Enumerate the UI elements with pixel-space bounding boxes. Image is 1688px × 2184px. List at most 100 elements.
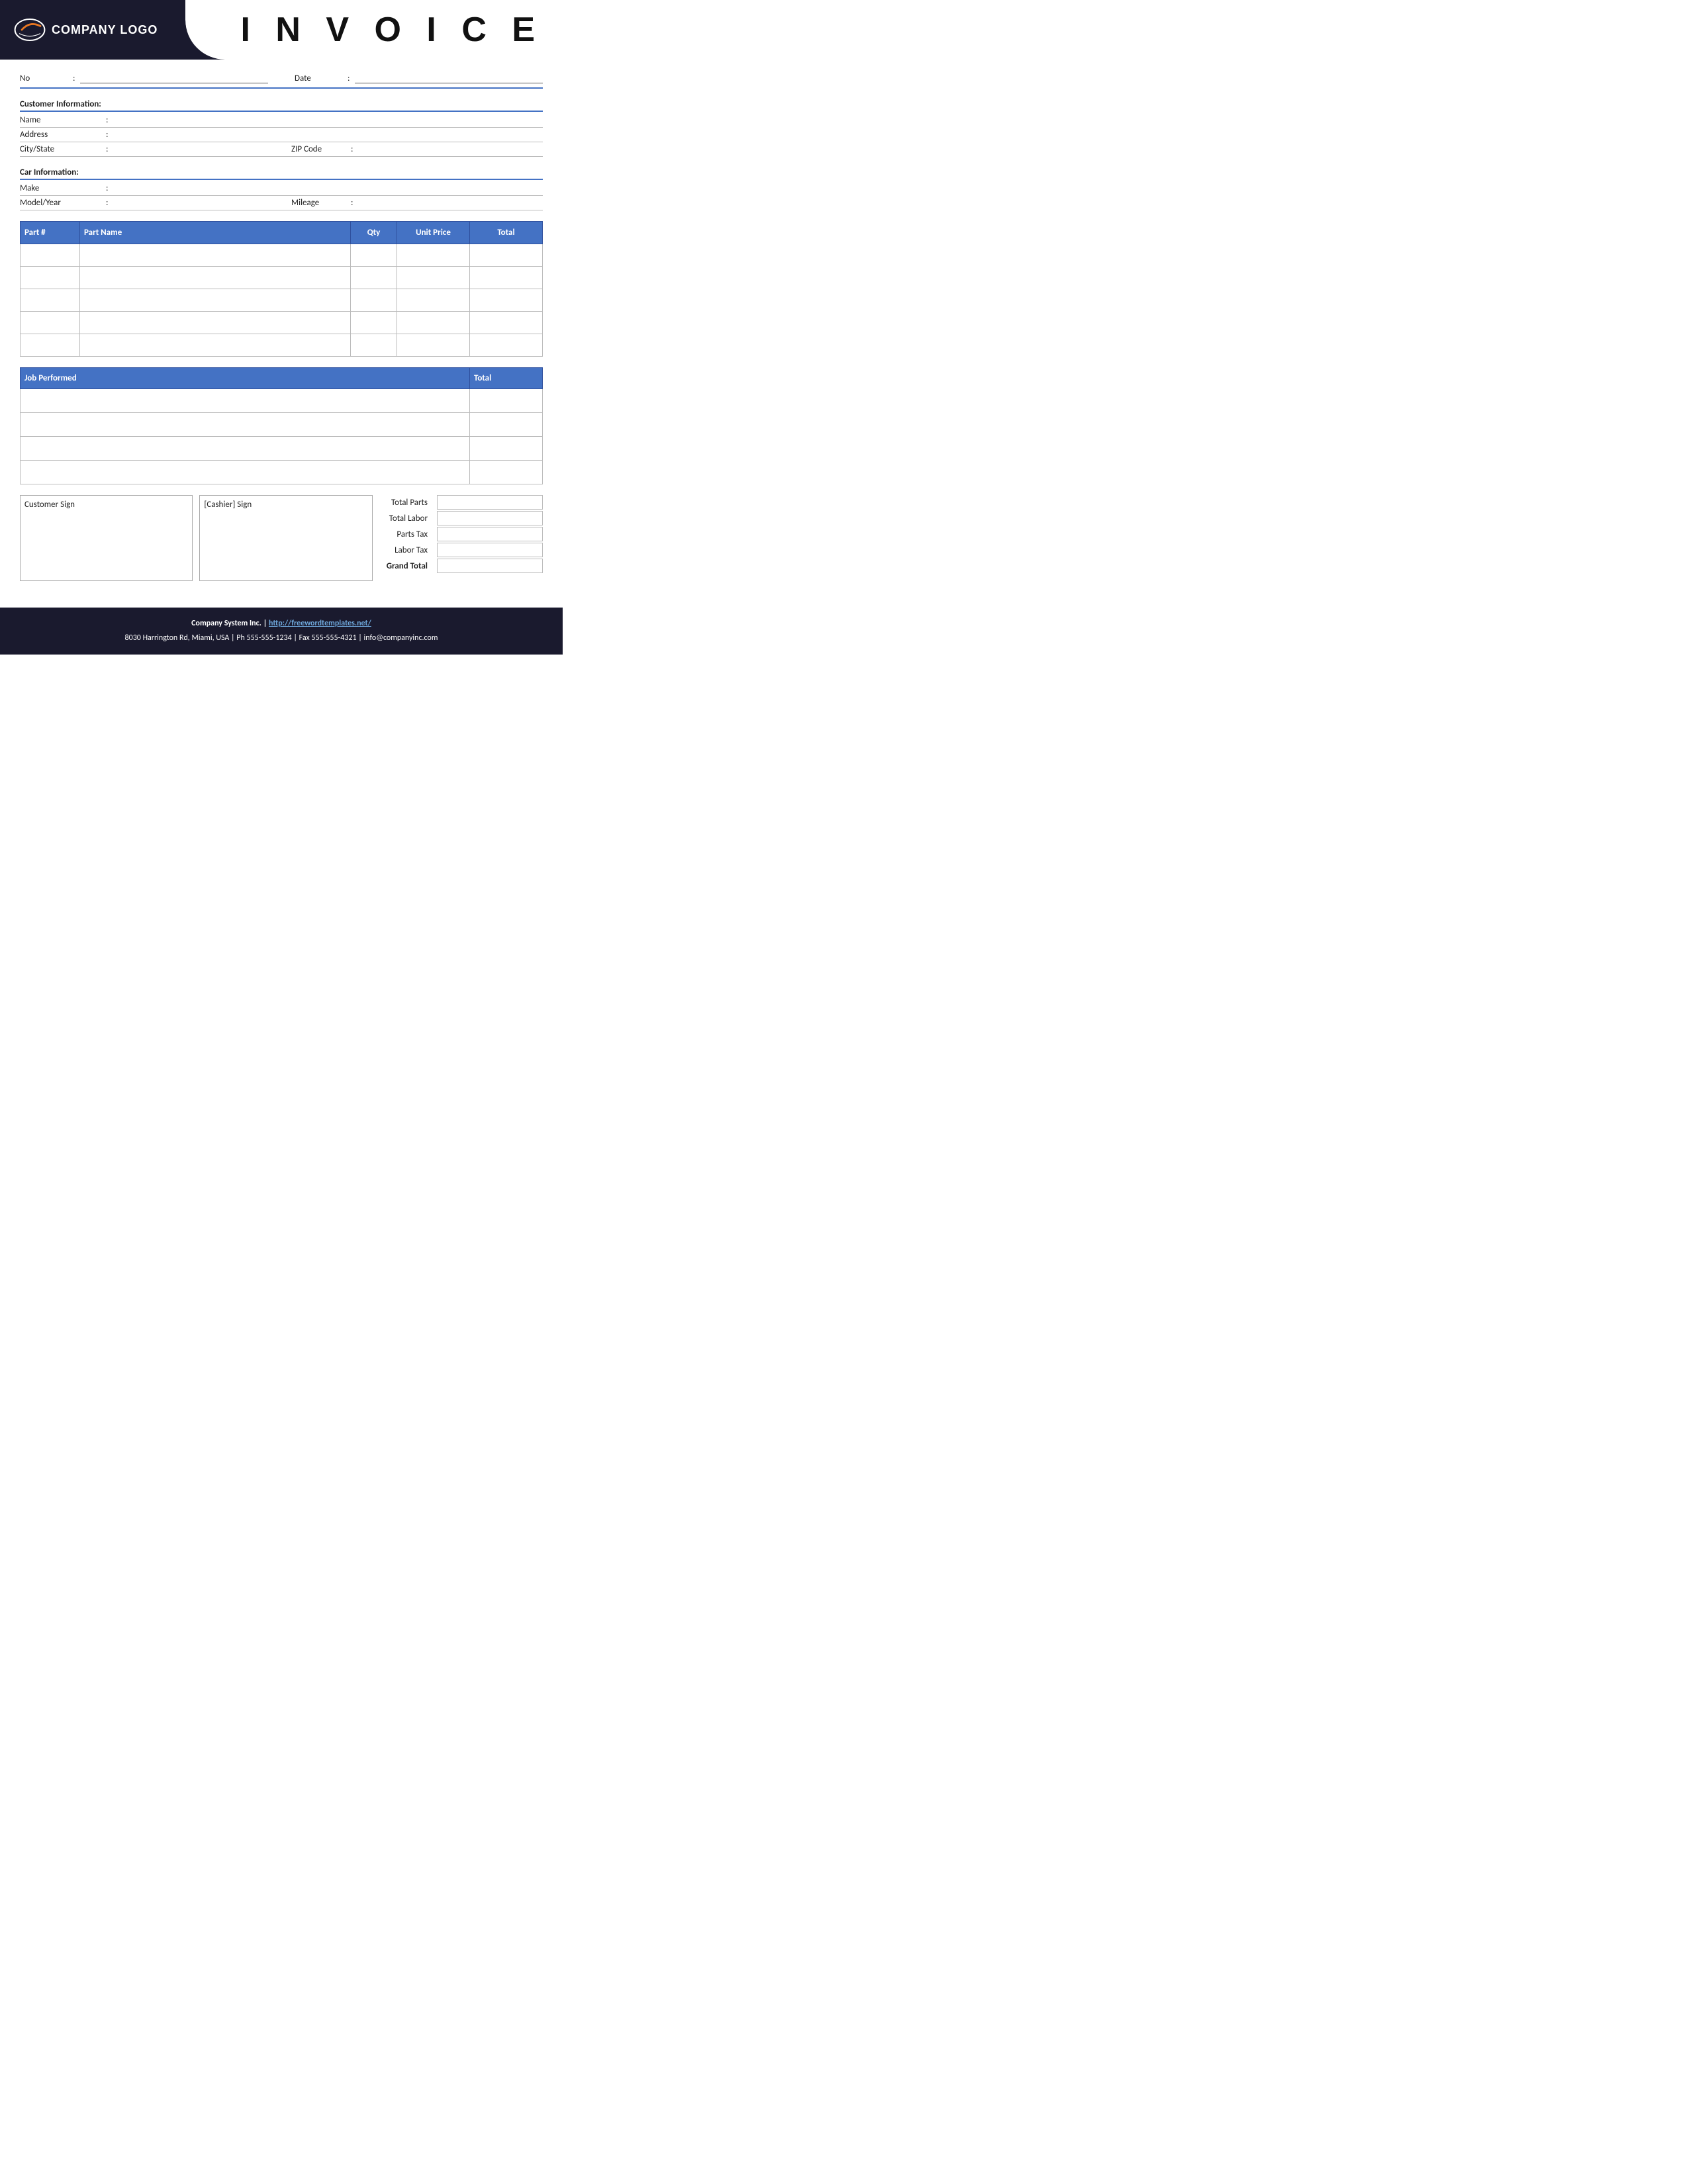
total-parts-value — [437, 495, 543, 510]
part-qty-cell — [351, 289, 397, 312]
mileage-label: Mileage — [291, 198, 351, 208]
job-header-total: Total — [470, 368, 543, 389]
totals-area: Total Parts Total Labor Parts Tax Labor … — [379, 495, 543, 581]
customer-section: Customer Information: Name : Address : C… — [20, 99, 543, 157]
name-value — [115, 116, 543, 125]
address-value — [115, 130, 543, 140]
job-performed-cell — [21, 413, 470, 437]
parts-tax-row: Parts Tax — [379, 527, 543, 541]
footer-website[interactable]: http://freewordtemplates.net/ — [269, 619, 371, 628]
invoice-title: I N V O I C E — [241, 10, 543, 50]
part-unit-price-cell — [397, 289, 470, 312]
model-year-group: Model/Year : — [20, 198, 271, 208]
grand-total-label: Grand Total — [379, 561, 433, 571]
car-section-header: Car Information: — [20, 167, 543, 180]
part-name-cell — [80, 289, 351, 312]
no-label: No — [20, 73, 73, 83]
job-total-cell — [470, 389, 543, 413]
total-labor-label: Total Labor — [379, 514, 433, 523]
customer-city-row: City/State : ZIP Code : — [20, 142, 543, 157]
address-colon: : — [106, 130, 108, 140]
footer-address: 8030 Harrington Rd, Miami, USA | Ph 555-… — [13, 631, 549, 646]
part-num-cell — [21, 334, 80, 357]
cashier-sign-box: [Cashier] Sign — [199, 495, 372, 581]
bottom-section: Customer Sign [Cashier] Sign Total Parts… — [20, 495, 543, 581]
model-year-value — [115, 199, 271, 208]
labor-tax-label: Labor Tax — [379, 545, 433, 555]
date-label: Date — [295, 73, 348, 83]
part-total-cell — [470, 334, 543, 357]
parts-tax-label: Parts Tax — [379, 529, 433, 539]
zip-group: ZIP Code : — [291, 144, 543, 154]
part-total-cell — [470, 267, 543, 289]
invoice-no-field: No : — [20, 73, 268, 83]
parts-header-total: Total — [470, 222, 543, 244]
labor-tax-row: Labor Tax — [379, 543, 543, 557]
zip-colon: : — [351, 144, 353, 154]
date-value — [355, 73, 543, 83]
job-performed-cell — [21, 437, 470, 461]
model-year-colon: : — [106, 198, 108, 208]
job-row — [21, 413, 543, 437]
job-row — [21, 389, 543, 413]
parts-header-name: Part Name — [80, 222, 351, 244]
part-total-cell — [470, 312, 543, 334]
mileage-group: Mileage : — [291, 198, 543, 208]
job-total-cell — [470, 437, 543, 461]
customer-sign-area — [24, 512, 188, 576]
total-labor-row: Total Labor — [379, 511, 543, 525]
part-num-cell — [21, 289, 80, 312]
parts-header-num: Part # — [21, 222, 80, 244]
customer-sign-label: Customer Sign — [24, 500, 188, 510]
job-row — [21, 461, 543, 484]
part-qty-cell — [351, 244, 397, 267]
date-colon: : — [348, 73, 350, 83]
zip-label: ZIP Code — [291, 144, 351, 154]
car-model-row: Model/Year : Mileage : — [20, 196, 543, 210]
job-total-cell — [470, 461, 543, 484]
page-header: COMPANY LOGO I N V O I C E — [0, 0, 563, 60]
part-unit-price-cell — [397, 334, 470, 357]
parts-table: Part # Part Name Qty Unit Price Total — [20, 221, 543, 357]
job-row — [21, 437, 543, 461]
address-label: Address — [20, 130, 106, 140]
part-qty-cell — [351, 267, 397, 289]
logo-icon — [13, 17, 46, 43]
footer-separator: | — [263, 619, 269, 628]
car-make-row: Make : — [20, 181, 543, 196]
customer-address-row: Address : — [20, 128, 543, 142]
model-year-label: Model/Year — [20, 198, 106, 208]
job-header-performed: Job Performed — [21, 368, 470, 389]
job-table: Job Performed Total — [20, 367, 543, 484]
invoice-date-field: Date : — [295, 73, 543, 83]
footer-company-name: Company System Inc. — [191, 619, 261, 628]
customer-sign-box: Customer Sign — [20, 495, 193, 581]
parts-header-unit-price: Unit Price — [397, 222, 470, 244]
part-num-cell — [21, 312, 80, 334]
name-label: Name — [20, 115, 106, 125]
city-state-group: City/State : — [20, 144, 271, 154]
customer-section-header: Customer Information: — [20, 99, 543, 112]
parts-tax-value — [437, 527, 543, 541]
grand-total-row: Grand Total — [379, 559, 543, 573]
part-num-cell — [21, 267, 80, 289]
labor-tax-value — [437, 543, 543, 557]
header-curve — [185, 0, 225, 60]
job-performed-cell — [21, 461, 470, 484]
cashier-sign-label: [Cashier] Sign — [204, 500, 367, 510]
parts-row — [21, 267, 543, 289]
customer-name-row: Name : — [20, 113, 543, 128]
parts-header-qty: Qty — [351, 222, 397, 244]
total-parts-label: Total Parts — [379, 498, 433, 508]
parts-row — [21, 244, 543, 267]
city-state-value — [115, 145, 271, 154]
mileage-value — [359, 199, 543, 208]
invoice-title-area: I N V O I C E — [225, 0, 563, 60]
part-qty-cell — [351, 312, 397, 334]
parts-row — [21, 334, 543, 357]
total-labor-value — [437, 511, 543, 525]
make-colon: : — [106, 183, 108, 193]
part-total-cell — [470, 244, 543, 267]
part-name-cell — [80, 334, 351, 357]
cashier-sign-area — [204, 512, 367, 576]
